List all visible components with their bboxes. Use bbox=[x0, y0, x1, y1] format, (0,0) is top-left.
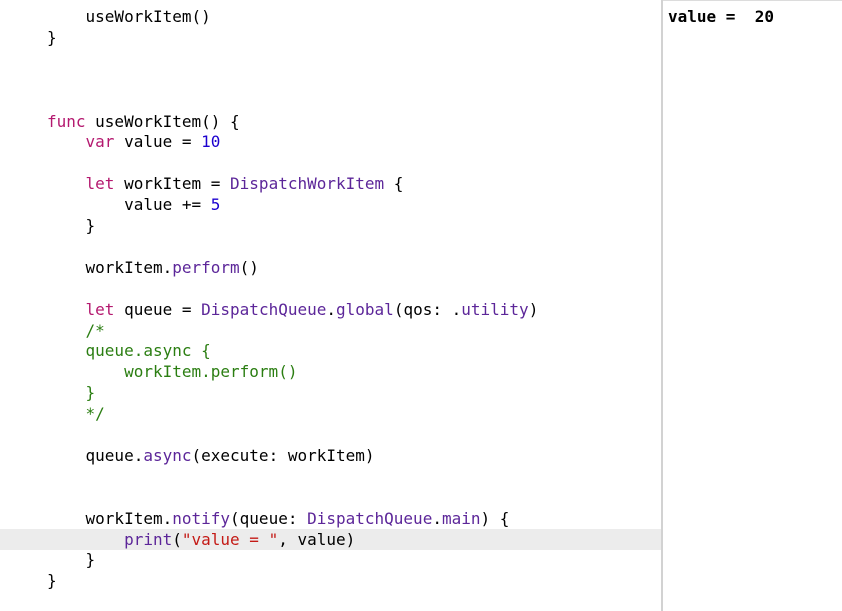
code-token: queue. bbox=[47, 445, 144, 465]
code-line[interactable]: workItem.perform() bbox=[0, 361, 661, 382]
code-token: let bbox=[85, 174, 115, 194]
code-token: } bbox=[47, 550, 96, 570]
code-token: DispatchQueue bbox=[307, 508, 433, 528]
code-token: print bbox=[124, 529, 173, 549]
code-line[interactable]: */ bbox=[0, 403, 661, 424]
code-token: useWorkItem() { bbox=[85, 111, 240, 131]
code-token: notify bbox=[172, 508, 231, 528]
code-token: , value) bbox=[278, 529, 356, 549]
code-line[interactable]: queue.async(execute: workItem) bbox=[0, 445, 661, 466]
code-token: utility bbox=[461, 299, 529, 319]
code-token: 10 bbox=[201, 132, 221, 152]
code-token: global bbox=[336, 299, 394, 319]
code-line[interactable] bbox=[0, 48, 661, 69]
code-token: perform bbox=[172, 257, 240, 277]
code-token: useWorkItem() bbox=[47, 7, 211, 26]
code-line[interactable] bbox=[0, 69, 661, 90]
code-line[interactable]: value += 5 bbox=[0, 194, 661, 215]
code-token: workItem. bbox=[47, 508, 173, 528]
code-line[interactable]: var value = 10 bbox=[0, 131, 661, 152]
code-token: value += bbox=[47, 195, 211, 215]
code-token: ) { bbox=[480, 508, 510, 528]
console-output-text: value = 20 bbox=[668, 7, 774, 26]
code-line[interactable]: } bbox=[0, 27, 661, 48]
code-token: var bbox=[85, 132, 115, 152]
code-token: ) bbox=[528, 299, 539, 319]
xcode-playground-window: useWorkItem()} func useWorkItem() { var v… bbox=[0, 0, 842, 611]
code-line[interactable]: func useWorkItem() { bbox=[0, 111, 661, 132]
code-token: . bbox=[326, 299, 337, 319]
code-line[interactable] bbox=[0, 152, 661, 173]
code-line[interactable]: } bbox=[0, 382, 661, 403]
code-token: ( bbox=[172, 529, 182, 549]
code-token: 5 bbox=[210, 195, 221, 215]
code-line[interactable]: workItem.perform() bbox=[0, 257, 661, 278]
code-token: workItem. bbox=[47, 257, 173, 277]
code-token: DispatchWorkItem bbox=[230, 174, 385, 194]
console-top-border bbox=[663, 0, 842, 1]
code-editor[interactable]: useWorkItem()} func useWorkItem() { var v… bbox=[0, 0, 661, 611]
code-line[interactable]: /* bbox=[0, 320, 661, 341]
code-line[interactable]: } bbox=[0, 549, 661, 570]
code-line[interactable] bbox=[0, 466, 661, 487]
code-line[interactable]: } bbox=[0, 570, 661, 591]
code-token: func bbox=[47, 111, 86, 131]
code-token: } bbox=[47, 216, 96, 235]
code-token: (execute: workItem) bbox=[191, 445, 375, 465]
code-line[interactable]: useWorkItem() bbox=[0, 6, 661, 27]
code-line[interactable]: queue.async { bbox=[0, 340, 661, 361]
code-token: (qos: . bbox=[393, 299, 462, 319]
code-line[interactable] bbox=[0, 90, 661, 111]
code-token: */ bbox=[47, 404, 105, 424]
code-token: async bbox=[143, 445, 192, 465]
code-token: } bbox=[47, 383, 96, 403]
code-token: queue = bbox=[114, 299, 202, 319]
code-token: let bbox=[85, 299, 115, 319]
code-line[interactable]: let queue = DispatchQueue.global(qos: .u… bbox=[0, 299, 661, 320]
code-line[interactable]: let workItem = DispatchWorkItem { bbox=[0, 173, 661, 194]
code-token: workItem.perform() bbox=[47, 362, 298, 382]
code-token: } bbox=[47, 27, 57, 47]
code-token: /* bbox=[47, 320, 105, 340]
code-line[interactable]: workItem.notify(queue: DispatchQueue.mai… bbox=[0, 508, 661, 529]
code-token: } bbox=[47, 571, 57, 591]
code-token: workItem = bbox=[114, 174, 231, 194]
code-token: "value = " bbox=[181, 529, 279, 549]
code-token: (queue: bbox=[230, 508, 308, 528]
debug-console[interactable]: value = 20 bbox=[663, 0, 842, 611]
code-line[interactable] bbox=[0, 278, 661, 299]
code-line[interactable] bbox=[0, 487, 661, 508]
code-token: { bbox=[384, 174, 404, 194]
code-token: value = bbox=[114, 132, 202, 152]
code-line-current[interactable]: print("value = ", value) bbox=[0, 528, 661, 550]
code-token: queue.async { bbox=[47, 341, 211, 361]
code-token: DispatchQueue bbox=[201, 299, 327, 319]
code-line[interactable] bbox=[0, 424, 661, 445]
code-token: () bbox=[239, 257, 259, 277]
code-token: main bbox=[441, 508, 481, 528]
code-token: . bbox=[432, 508, 442, 528]
code-line[interactable]: } bbox=[0, 215, 661, 236]
code-line[interactable] bbox=[0, 236, 661, 257]
